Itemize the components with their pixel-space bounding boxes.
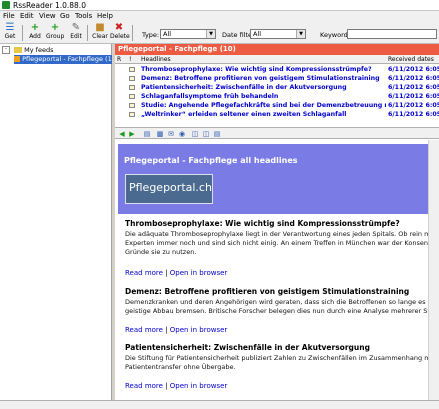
menu-help[interactable]: Help bbox=[97, 12, 113, 20]
toolbar-separator bbox=[87, 25, 88, 41]
layout-split-icon[interactable]: ◫ bbox=[202, 130, 210, 138]
article-line: Die Stiftung für Patientensicherheit pub… bbox=[125, 354, 439, 362]
item-icon bbox=[129, 76, 135, 81]
viewer-scrollbar[interactable] bbox=[428, 140, 439, 400]
toolbar-separator bbox=[132, 25, 133, 41]
content-pane: Pflegeportal - Fachpflege (10) R ! Headl… bbox=[115, 44, 439, 400]
article-title: Thromboseprophylaxe: Wie wichtig sind Ko… bbox=[125, 219, 400, 228]
toolbar-separator bbox=[22, 25, 23, 41]
delete-button[interactable]: ✖ Delete bbox=[110, 22, 130, 43]
chevron-down-icon: ▼ bbox=[296, 30, 305, 38]
article: Patientensicherheit: Zwischenfälle in de… bbox=[125, 343, 439, 372]
item-icon bbox=[129, 94, 135, 99]
status-bar bbox=[0, 400, 439, 409]
get-button[interactable]: ☰ Get bbox=[1, 23, 19, 43]
article-title: Patientensicherheit: Zwischenfälle in de… bbox=[125, 343, 370, 352]
open-in-browser-link[interactable]: Open in browser bbox=[170, 269, 228, 277]
col-flag[interactable]: ! bbox=[129, 55, 131, 64]
app-icon bbox=[2, 1, 10, 9]
menu-view[interactable]: View bbox=[39, 12, 56, 20]
article-title: Demenz: Betroffene profitieren von geist… bbox=[125, 287, 410, 296]
article-line: Gründe sie zu nutzen. bbox=[125, 248, 197, 256]
menu-bar: File Edit View Go Tools Help bbox=[0, 11, 439, 22]
type-label: Type: bbox=[142, 31, 160, 39]
folder-icon bbox=[14, 47, 23, 53]
menu-go[interactable]: Go bbox=[60, 12, 70, 20]
toolbar: ☰ Get + Add + Group ✎ Edit ■ Clear ✖ Del… bbox=[0, 22, 439, 44]
tree-feed-item[interactable]: Pflegeportal - Fachpflege (10) bbox=[14, 55, 121, 64]
globe-icon[interactable]: ◉ bbox=[178, 130, 186, 138]
group-icon: + bbox=[50, 22, 60, 33]
delete-icon: ✖ bbox=[114, 22, 124, 33]
add-icon: + bbox=[30, 22, 40, 33]
menu-edit[interactable]: Edit bbox=[20, 12, 34, 20]
list-item[interactable]: Patientensicherheit: Zwischenfälle in de… bbox=[115, 83, 439, 92]
feed-tree: - My feeds Pflegeportal - Fachpflege (10… bbox=[0, 44, 121, 400]
keyword-input[interactable] bbox=[347, 29, 437, 39]
article-viewer: Pflegeportal - Fachpflege all headlines … bbox=[115, 140, 439, 400]
column-header: R ! Headlines Received dates bbox=[115, 55, 439, 64]
tree-root[interactable]: - My feeds bbox=[2, 46, 53, 55]
chevron-down-icon: ▼ bbox=[206, 30, 215, 38]
menu-tools[interactable]: Tools bbox=[75, 12, 92, 20]
banner-title: Pflegeportal - Fachpflege all headlines bbox=[124, 156, 298, 165]
title-bar: RssReader 1.0.88.0 bbox=[0, 0, 439, 11]
edit-button[interactable]: ✎ Edit bbox=[67, 23, 85, 43]
col-received[interactable]: Received dates bbox=[388, 55, 434, 64]
item-icon bbox=[129, 85, 135, 90]
save-icon[interactable]: ▩ bbox=[156, 130, 164, 138]
article: Thromboseprophylaxe: Wie wichtig sind Ko… bbox=[125, 219, 439, 257]
group-button[interactable]: + Group bbox=[46, 23, 64, 43]
item-icon bbox=[129, 103, 135, 108]
layout-icon[interactable]: ◫ bbox=[191, 130, 199, 138]
collapse-icon[interactable]: - bbox=[2, 46, 10, 54]
layout-list-icon[interactable]: ▤ bbox=[213, 130, 221, 138]
email-icon[interactable]: ✉ bbox=[167, 130, 175, 138]
read-more-link[interactable]: Read more bbox=[125, 326, 163, 334]
open-in-browser-link[interactable]: Open in browser bbox=[170, 326, 228, 334]
read-more-link[interactable]: Read more bbox=[125, 269, 163, 277]
open-in-browser-link[interactable]: Open in browser bbox=[170, 382, 228, 390]
back-icon[interactable]: ◀ bbox=[118, 130, 126, 138]
print-icon[interactable]: ▤ bbox=[143, 130, 151, 138]
pflegeportal-logo: Pflegeportal.ch bbox=[125, 174, 213, 204]
rss-icon bbox=[14, 56, 20, 62]
article: Demenz: Betroffene profitieren von geist… bbox=[125, 287, 439, 316]
viewer-toolbar: ◀ ▶ ▤ ▩ ✉ ◉ ◫ ◫ ▤ bbox=[115, 127, 439, 139]
list-item[interactable]: Thromboseprophylaxe: Wie wichtig sind Ko… bbox=[115, 65, 439, 74]
list-item[interactable]: Schlaganfallsymptome früh behandeln 6/11… bbox=[115, 92, 439, 101]
article-line: Demenzkranken und deren Angehörigen wird… bbox=[125, 298, 439, 306]
article-links: Read more | Open in browser bbox=[125, 382, 228, 390]
article-line: Patiententransfer ohne Übergabe. bbox=[125, 363, 236, 371]
item-icon bbox=[129, 112, 135, 117]
forward-icon[interactable]: ▶ bbox=[128, 130, 136, 138]
viewer-banner: Pflegeportal - Fachpflege all headlines … bbox=[118, 144, 436, 214]
col-read[interactable]: R bbox=[117, 55, 121, 64]
list-item[interactable]: Demenz: Betroffene profitieren von geist… bbox=[115, 74, 439, 83]
list-item[interactable]: „Weltrinker“ erleiden seltener einen zwe… bbox=[115, 110, 439, 119]
article-line: Experten immer noch und sind sich nicht … bbox=[125, 239, 439, 247]
add-button[interactable]: + Add bbox=[26, 23, 44, 43]
article-line: Die adäquate Thromboseprophylaxe liegt i… bbox=[125, 230, 439, 238]
article-links: Read more | Open in browser bbox=[125, 269, 228, 277]
read-more-link[interactable]: Read more bbox=[125, 382, 163, 390]
clear-icon: ■ bbox=[95, 22, 105, 33]
article-line: geistige Abbau bremsen. Britische Forsch… bbox=[125, 307, 439, 315]
menu-file[interactable]: File bbox=[3, 12, 15, 20]
window-title: RssReader 1.0.88.0 bbox=[13, 1, 86, 10]
type-select[interactable]: All ▼ bbox=[160, 29, 216, 39]
article-links: Read more | Open in browser bbox=[125, 326, 228, 334]
list-item[interactable]: Studie: Angehende Pflegefachkräfte sind … bbox=[115, 101, 439, 110]
col-headlines[interactable]: Headlines bbox=[141, 55, 171, 64]
clear-button[interactable]: ■ Clear bbox=[91, 23, 109, 43]
get-icon: ☰ bbox=[5, 22, 15, 33]
feed-header: Pflegeportal - Fachpflege (10) bbox=[115, 44, 439, 55]
keyword-label: Keyword: bbox=[320, 31, 350, 39]
date-filter-select[interactable]: All ▼ bbox=[250, 29, 306, 39]
item-icon bbox=[129, 67, 135, 72]
edit-icon: ✎ bbox=[71, 22, 81, 33]
